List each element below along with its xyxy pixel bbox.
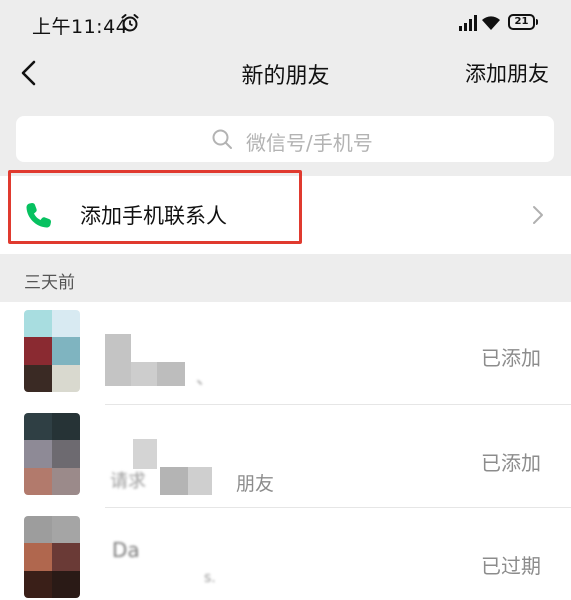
blurred-name: [105, 334, 131, 386]
signal-icon: [459, 15, 477, 31]
list-item[interactable]: 请求 朋友 已添加: [0, 405, 571, 508]
blurred-name: Da: [112, 538, 140, 562]
blurred-name: [188, 467, 212, 495]
section-header: 三天前: [0, 254, 571, 302]
avatar: [24, 516, 80, 598]
search-placeholder: 微信号/手机号: [246, 131, 373, 155]
list-item[interactable]: 、 已添加: [0, 302, 571, 405]
friend-status: 已过期: [481, 554, 541, 578]
battery-indicator: 21: [508, 14, 538, 30]
status-time: 上午11:44: [32, 16, 129, 38]
blurred-name: [131, 362, 157, 386]
blurred-name: [160, 467, 188, 495]
chevron-right-icon: [533, 206, 543, 224]
section-label: 三天前: [24, 273, 75, 293]
status-bar: 上午11:44 21: [0, 0, 571, 44]
friend-message-text: 朋友: [236, 473, 275, 495]
add-friend-button[interactable]: 添加朋友: [465, 58, 549, 88]
blurred-message: 、: [196, 368, 214, 389]
wifi-icon: [482, 16, 500, 30]
friend-status: 已添加: [481, 346, 541, 370]
avatar: [24, 413, 80, 495]
blurred-name: [157, 362, 185, 386]
nav-bar: 新的朋友 添加朋友: [0, 44, 571, 102]
avatar: [24, 310, 80, 392]
alarm-icon: [121, 14, 139, 32]
friend-status: 已添加: [481, 451, 541, 475]
blurred-name: [133, 439, 157, 469]
list-item[interactable]: Da s. 已过期: [0, 508, 571, 600]
search-input[interactable]: 微信号/手机号: [16, 116, 554, 162]
highlight-annotation: [8, 170, 302, 244]
blurred-message: 请求: [110, 471, 146, 492]
search-icon: [212, 129, 232, 149]
friend-request-list: 、 已添加 请求 朋友 已添加 Da s. 已过期: [0, 302, 571, 600]
blurred-message: s.: [204, 570, 216, 586]
